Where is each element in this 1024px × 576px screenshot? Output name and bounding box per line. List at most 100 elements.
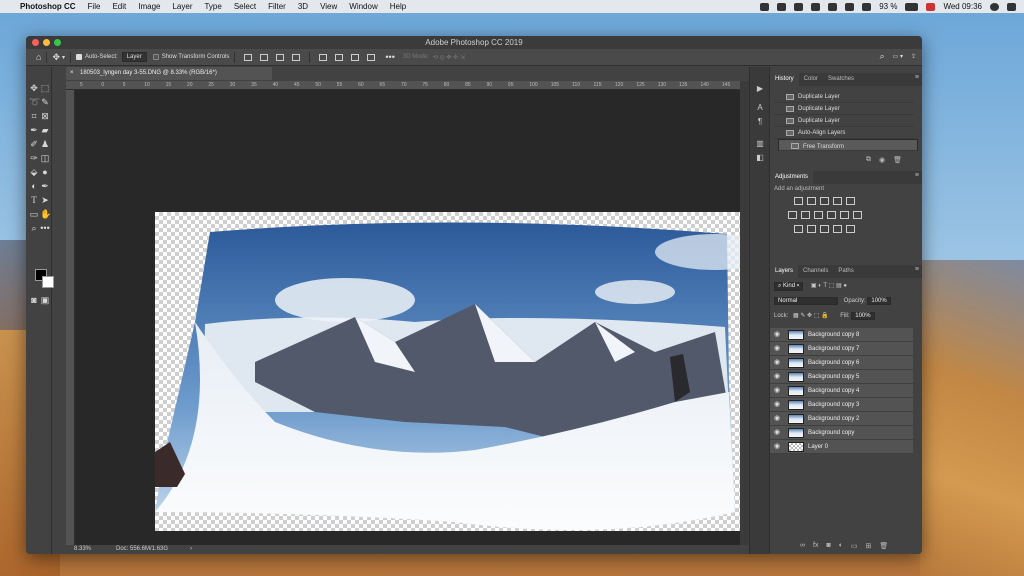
cloud-icon[interactable] xyxy=(811,2,821,11)
tab-channels[interactable]: Channels xyxy=(798,265,833,278)
zoom-level[interactable]: 8.33% xyxy=(74,545,91,554)
menu-window[interactable]: Window xyxy=(349,2,377,11)
history-row-selected[interactable]: Free Transform xyxy=(778,139,918,151)
fill-field[interactable]: 100% xyxy=(851,312,875,320)
zoom-tool-icon[interactable]: ⌕ xyxy=(29,223,39,233)
app-menu[interactable]: Photoshop CC xyxy=(20,2,76,11)
invert-icon[interactable] xyxy=(794,225,803,233)
auto-select-dropdown[interactable]: Layer xyxy=(121,52,147,62)
posterize-icon[interactable] xyxy=(807,225,816,233)
eye-icon[interactable]: ◉ xyxy=(774,398,780,412)
history-brush-icon[interactable]: ✑ xyxy=(29,153,39,163)
screen-mode-icon[interactable]: ▣ xyxy=(40,295,50,305)
battery-icon[interactable] xyxy=(905,2,919,11)
snapshot-icon[interactable]: ◉ xyxy=(879,156,885,164)
align-top-icon[interactable] xyxy=(319,53,328,61)
align-left-icon[interactable] xyxy=(244,53,253,61)
move-tool-icon[interactable]: ✥ xyxy=(29,83,39,93)
lasso-tool-icon[interactable]: ➰ xyxy=(29,97,40,107)
layer-row[interactable]: ◉ Background copy 5 xyxy=(770,370,913,384)
menu-file[interactable]: File xyxy=(88,2,101,11)
doc-info[interactable]: Doc: 556.6M/1.63G xyxy=(116,545,168,554)
time-machine-icon[interactable] xyxy=(828,2,838,11)
adjustment-layer-icon[interactable]: ◐ xyxy=(839,542,843,550)
character-panel-icon[interactable]: A xyxy=(755,103,765,113)
history-row[interactable]: Auto-Align Layers xyxy=(774,127,914,139)
background-color-swatch[interactable] xyxy=(42,276,54,288)
layer-row[interactable]: ◉ Background copy 8 xyxy=(770,328,913,342)
brightness-contrast-icon[interactable] xyxy=(794,197,803,205)
show-transform-checkbox[interactable] xyxy=(152,54,159,60)
auto-select-checkbox[interactable] xyxy=(76,54,82,60)
link-icon[interactable]: ∞ xyxy=(800,542,805,550)
tab-paths[interactable]: Paths xyxy=(833,265,858,278)
threshold-icon[interactable] xyxy=(820,225,829,233)
clock[interactable]: Wed 09:36 xyxy=(943,2,982,11)
panel-menu-icon[interactable]: ≡ xyxy=(915,172,919,179)
align-center-icon[interactable] xyxy=(260,53,269,61)
align-bottom-icon[interactable] xyxy=(351,53,360,61)
home-icon[interactable]: ⌂ xyxy=(36,52,41,62)
type-tool-icon[interactable]: T xyxy=(29,195,39,205)
pen-tool-icon[interactable]: ✒ xyxy=(40,181,50,191)
share-icon[interactable]: ⇪ xyxy=(911,53,916,60)
properties-panel-icon[interactable]: ▥ xyxy=(755,139,765,149)
blend-mode-dropdown[interactable]: Normal xyxy=(774,297,838,305)
opacity-field[interactable]: 100% xyxy=(867,297,891,305)
chevron-down-icon[interactable]: ▾ xyxy=(62,54,65,61)
stamp-tool-icon[interactable]: ♟ xyxy=(40,139,50,149)
menu-3d[interactable]: 3D xyxy=(298,2,308,11)
eye-icon[interactable]: ◉ xyxy=(774,412,780,426)
vertical-scrollbar[interactable] xyxy=(740,81,749,545)
minimize-window-button[interactable] xyxy=(43,39,50,46)
tab-layers[interactable]: Layers xyxy=(770,265,799,278)
tab-color[interactable]: Color xyxy=(799,73,823,86)
eye-icon[interactable]: ◉ xyxy=(774,356,780,370)
notification-center-icon[interactable] xyxy=(1007,2,1016,11)
bluetooth-icon[interactable] xyxy=(845,2,855,11)
color-lookup-icon[interactable] xyxy=(853,211,862,219)
selective-color-icon[interactable] xyxy=(846,225,855,233)
history-row[interactable]: Duplicate Layer xyxy=(774,103,914,115)
filter-icons[interactable]: ▣ ◐ T ⬚ ▤ ● xyxy=(811,283,847,289)
vibrance-icon[interactable] xyxy=(846,197,855,205)
eyedropper-tool-icon[interactable]: ✒ xyxy=(29,125,39,135)
mask-icon[interactable]: ◙ xyxy=(826,542,830,550)
tab-history[interactable]: History xyxy=(770,73,799,86)
eye-icon[interactable]: ◉ xyxy=(774,342,780,356)
tab-adjustments[interactable]: Adjustments xyxy=(770,171,814,184)
close-window-button[interactable] xyxy=(32,39,39,46)
history-row[interactable]: Duplicate Layer xyxy=(774,115,914,127)
creative-cloud-icon[interactable] xyxy=(760,2,770,11)
distribute-icon[interactable] xyxy=(292,53,301,61)
blur-tool-icon[interactable]: ● xyxy=(40,167,50,177)
quick-mask-icon[interactable]: ◙ xyxy=(29,295,39,305)
hue-saturation-icon[interactable] xyxy=(788,211,797,219)
zoom-window-button[interactable] xyxy=(54,39,61,46)
eye-icon[interactable]: ◉ xyxy=(774,370,780,384)
gradient-map-icon[interactable] xyxy=(833,225,842,233)
workspace-icon[interactable]: ▭ ▾ xyxy=(893,53,903,60)
frame-tool-icon[interactable]: ⊠ xyxy=(40,111,50,121)
more-options-icon[interactable]: ••• xyxy=(385,52,394,62)
eraser-tool-icon[interactable]: ◫ xyxy=(40,153,50,163)
play-icon[interactable]: ▶ xyxy=(755,84,765,94)
panel-menu-icon[interactable]: ≡ xyxy=(915,266,919,273)
menu-filter[interactable]: Filter xyxy=(268,2,286,11)
ruler-tool-icon[interactable]: ▰ xyxy=(40,125,50,135)
menu-edit[interactable]: Edit xyxy=(112,2,126,11)
align-right-icon[interactable] xyxy=(276,53,285,61)
shape-tool-icon[interactable]: ▭ xyxy=(29,209,39,219)
move-tool-icon[interactable]: ✥ xyxy=(52,52,60,63)
close-icon[interactable]: × xyxy=(70,67,74,80)
brush-settings-icon[interactable]: ◧ xyxy=(755,153,765,163)
tab-swatches[interactable]: Swatches xyxy=(823,73,859,86)
eye-icon[interactable]: ◉ xyxy=(774,440,780,454)
marquee-tool-icon[interactable]: ⬚ xyxy=(40,83,50,93)
3d-rotate-icon[interactable]: ⟲ ◎ ✥ ✣ ⇲ xyxy=(433,54,465,61)
canvas-area[interactable] xyxy=(75,90,757,545)
layer-row[interactable]: ◉ Background copy 6 xyxy=(770,356,913,370)
curves-icon[interactable] xyxy=(820,197,829,205)
menu-layer[interactable]: Layer xyxy=(172,2,192,11)
eye-icon[interactable]: ◉ xyxy=(774,426,780,440)
